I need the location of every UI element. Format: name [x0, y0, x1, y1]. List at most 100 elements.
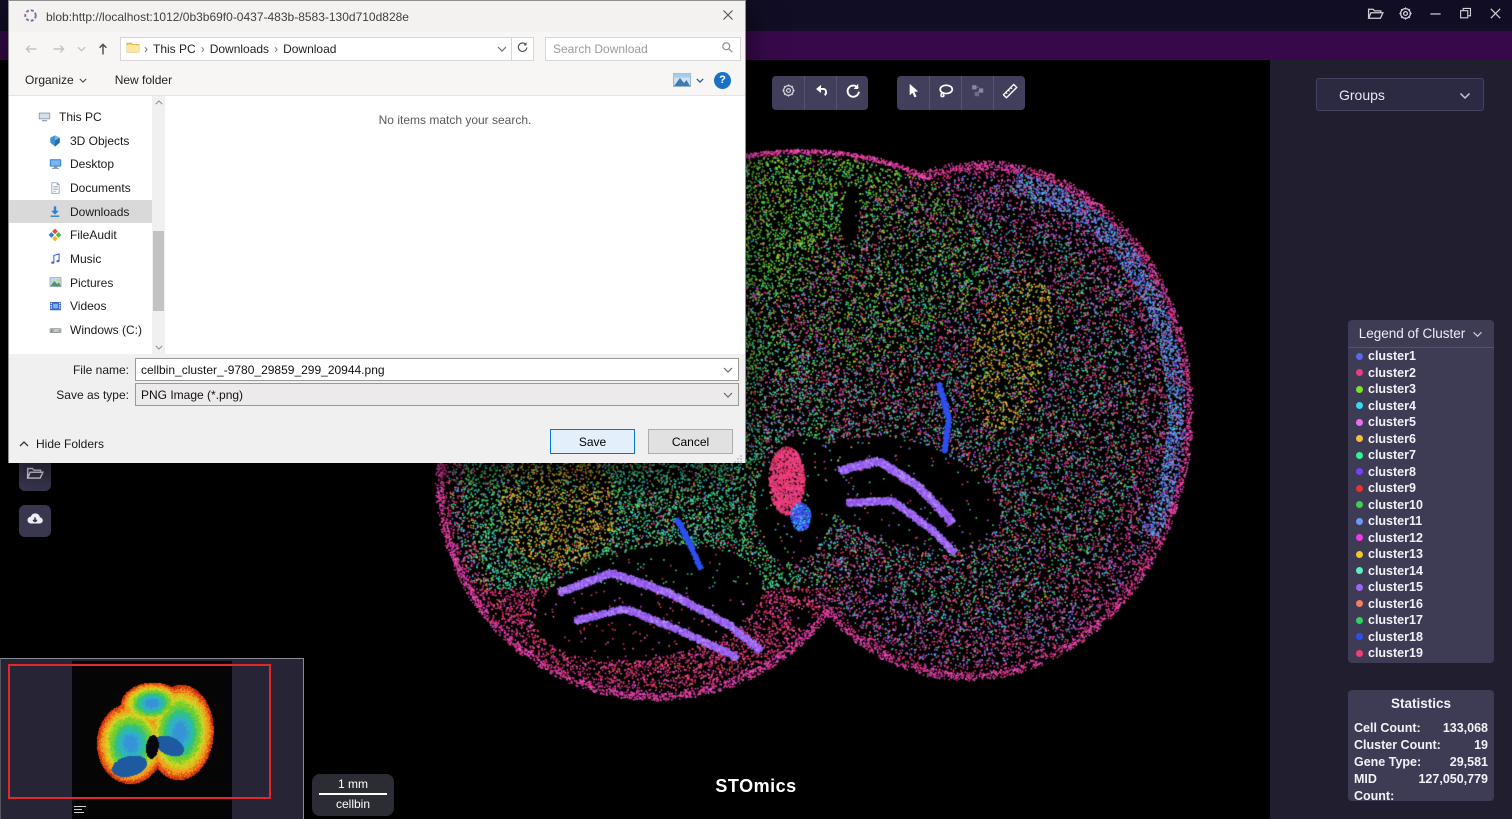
- picture-icon: [47, 276, 63, 289]
- search-box[interactable]: [545, 37, 741, 61]
- dialog-title: blob:http://localhost:1012/0b3b69f0-0437…: [46, 10, 409, 24]
- dialog-toolbar: Organize New folder ?: [9, 65, 745, 96]
- groups-label: Groups: [1339, 87, 1385, 103]
- sidebar-scrollbar[interactable]: [152, 96, 165, 354]
- breadcrumb-item[interactable]: Downloads: [207, 42, 272, 56]
- open-folder-icon: [26, 464, 44, 487]
- legend-item[interactable]: cluster9: [1348, 480, 1494, 497]
- redo-icon: [844, 82, 862, 105]
- chevron-down-icon: [1459, 87, 1471, 103]
- legend-item[interactable]: cluster7: [1348, 447, 1494, 464]
- open-folder-button[interactable]: [1360, 0, 1390, 31]
- nav-back-button[interactable]: [17, 35, 45, 63]
- sidebar-item-documents[interactable]: Documents: [9, 176, 152, 200]
- legend-item[interactable]: cluster13: [1348, 546, 1494, 563]
- document-icon: [47, 181, 63, 195]
- lasso-tool[interactable]: [929, 76, 961, 110]
- settings-tool[interactable]: [772, 76, 804, 110]
- sidebar-item-fileaudit[interactable]: FileAudit: [9, 223, 152, 247]
- new-folder-button[interactable]: New folder: [115, 73, 172, 87]
- file-name-input[interactable]: [141, 363, 716, 377]
- statistics-title: Statistics: [1354, 696, 1488, 711]
- measure-tool[interactable]: [993, 76, 1025, 110]
- close-button[interactable]: [1480, 0, 1510, 31]
- sidebar-item-desktop[interactable]: Desktop: [9, 152, 152, 176]
- search-input[interactable]: [553, 42, 717, 56]
- batch-select-tool[interactable]: [961, 76, 993, 110]
- save-button[interactable]: Save: [550, 429, 635, 454]
- dialog-titlebar: blob:http://localhost:1012/0b3b69f0-0437…: [9, 1, 745, 32]
- save-type-label: Save as type:: [9, 388, 129, 402]
- scrollbar-thumb[interactable]: [153, 231, 164, 311]
- cluster-label: cluster17: [1368, 613, 1423, 627]
- legend-item[interactable]: cluster15: [1348, 579, 1494, 596]
- cluster-label: cluster8: [1368, 465, 1416, 479]
- hide-folders-button[interactable]: Hide Folders: [19, 437, 104, 451]
- cluster-label: cluster19: [1368, 646, 1423, 660]
- save-type-select[interactable]: PNG Image (*.png): [135, 383, 739, 406]
- sidebar-item-windows-c[interactable]: Windows (C:): [9, 318, 152, 342]
- scroll-down-icon[interactable]: [152, 341, 165, 354]
- sidebar-item-this-pc[interactable]: This PC: [9, 105, 152, 129]
- file-name-combo[interactable]: [135, 358, 739, 381]
- legend-item[interactable]: cluster6: [1348, 431, 1494, 448]
- settings-icon: [780, 82, 797, 104]
- resize-grip[interactable]: [734, 452, 742, 460]
- breadcrumb-item[interactable]: Download: [280, 42, 339, 56]
- legend-item[interactable]: cluster5: [1348, 414, 1494, 431]
- cluster-color-dot: [1356, 650, 1363, 657]
- view-mode-button[interactable]: [673, 73, 704, 87]
- sidebar-item-videos[interactable]: Videos: [9, 295, 152, 319]
- settings-button[interactable]: [1390, 0, 1420, 31]
- refresh-button[interactable]: [512, 37, 534, 61]
- sidebar-item-3d-objects[interactable]: 3D Objects: [9, 129, 152, 153]
- breadcrumb-item[interactable]: This PC: [150, 42, 199, 56]
- legend-item[interactable]: cluster12: [1348, 530, 1494, 547]
- cluster-label: cluster18: [1368, 630, 1423, 644]
- scroll-up-icon[interactable]: [152, 96, 165, 109]
- legend-item[interactable]: cluster16: [1348, 596, 1494, 613]
- legend-item[interactable]: cluster4: [1348, 398, 1494, 415]
- address-bar[interactable]: ›This PC›Downloads›Download: [120, 37, 512, 61]
- cluster-label: cluster9: [1368, 481, 1416, 495]
- legend-item[interactable]: cluster11: [1348, 513, 1494, 530]
- sidebar-item-pictures[interactable]: Pictures: [9, 271, 152, 295]
- redo-tool[interactable]: [836, 76, 868, 110]
- stats-label: Cell Count:: [1354, 720, 1421, 737]
- organize-button[interactable]: Organize: [25, 73, 87, 87]
- legend-item[interactable]: cluster18: [1348, 629, 1494, 646]
- restore-button[interactable]: [1450, 0, 1480, 31]
- stats-label: Gene Type:: [1354, 754, 1421, 771]
- nav-up-button[interactable]: [89, 35, 117, 63]
- chevron-down-icon[interactable]: [723, 363, 733, 377]
- help-button[interactable]: ?: [714, 72, 731, 89]
- nav-forward-button[interactable]: [45, 35, 73, 63]
- dialog-close-button[interactable]: [711, 1, 745, 32]
- sidebar-item-label: Desktop: [70, 157, 114, 171]
- export-button[interactable]: [19, 505, 51, 537]
- sidebar-item-downloads[interactable]: Downloads: [9, 200, 152, 224]
- cluster-color-dot: [1356, 468, 1363, 475]
- undo-tool[interactable]: [804, 76, 836, 110]
- file-name-label: File name:: [9, 363, 129, 377]
- cancel-button[interactable]: Cancel: [648, 429, 733, 454]
- stats-row: Gene Type:29,581: [1354, 754, 1488, 771]
- legend-item[interactable]: cluster17: [1348, 612, 1494, 629]
- legend-item[interactable]: cluster8: [1348, 464, 1494, 481]
- cursor-tool[interactable]: [897, 76, 929, 110]
- groups-dropdown[interactable]: Groups: [1316, 78, 1484, 111]
- minimize-button[interactable]: [1420, 0, 1450, 31]
- legend-item[interactable]: cluster2: [1348, 365, 1494, 382]
- cluster-color-dot: [1356, 534, 1363, 541]
- sidebar-item-music[interactable]: Music: [9, 247, 152, 271]
- legend-item[interactable]: cluster14: [1348, 563, 1494, 580]
- legend-item[interactable]: cluster10: [1348, 497, 1494, 514]
- nav-history-button[interactable]: [73, 35, 89, 63]
- legend-header[interactable]: Legend of Cluster: [1348, 320, 1494, 348]
- legend-item[interactable]: cluster19: [1348, 645, 1494, 662]
- chevron-down-icon[interactable]: [497, 42, 507, 56]
- legend-item[interactable]: cluster3: [1348, 381, 1494, 398]
- legend-item[interactable]: cluster1: [1348, 348, 1494, 365]
- chevron-down-icon[interactable]: [723, 388, 733, 402]
- open-file-button[interactable]: [19, 459, 51, 491]
